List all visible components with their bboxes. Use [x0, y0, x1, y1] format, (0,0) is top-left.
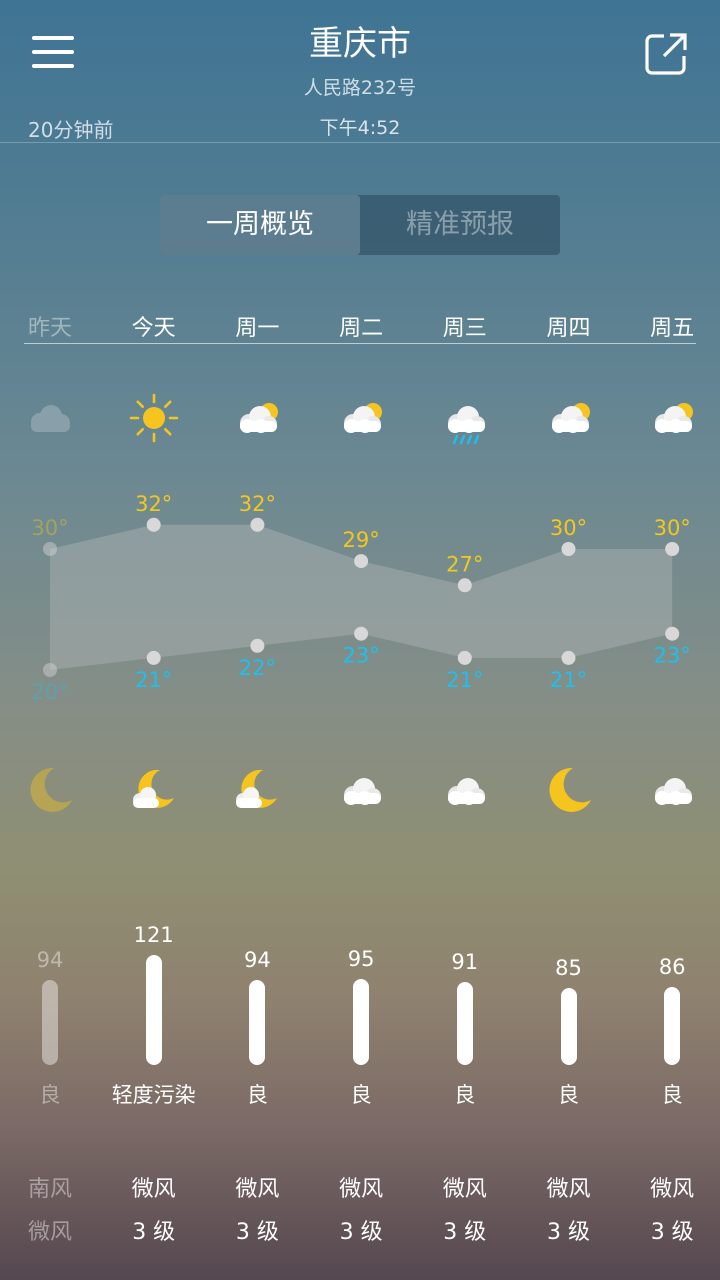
high-temp-point	[146, 517, 161, 532]
address-subtitle: 人民路232号	[303, 77, 417, 99]
high-temp-label: 32°	[239, 492, 276, 516]
day-label: 周四	[546, 316, 591, 341]
aqi-level: 良	[661, 1083, 683, 1107]
aqi-bar	[353, 978, 370, 1065]
low-temp-label: 21°	[446, 668, 483, 692]
view-tab-bar: 一周概览 精准预报	[160, 195, 560, 255]
wind-direction: 微风	[235, 1177, 280, 1202]
moon-icon	[30, 767, 72, 812]
wind-direction: 微风	[546, 1177, 591, 1202]
partly-cloudy-icon	[551, 403, 590, 433]
day-label: 昨天	[27, 316, 72, 341]
aqi-value: 121	[133, 923, 174, 947]
aqi-level: 良	[246, 1083, 268, 1107]
aqi-value: 86	[658, 954, 686, 979]
aqi-level: 轻度污染	[111, 1083, 196, 1107]
aqi-value: 94	[36, 947, 64, 972]
aqi-value: 85	[555, 955, 582, 980]
aqi-bar	[560, 987, 577, 1065]
high-temp-point	[43, 542, 57, 556]
high-temp-label: 32°	[135, 492, 172, 516]
aqi-bar	[145, 955, 162, 1065]
high-temp-label: 30°	[654, 516, 691, 540]
low-temp-label: 21°	[550, 668, 587, 692]
wind-direction: 南风	[27, 1177, 72, 1202]
high-temp-label: 29°	[342, 528, 379, 552]
high-temp-point	[354, 554, 369, 569]
high-temp-label: 30°	[550, 516, 587, 540]
high-temp-point	[250, 517, 265, 532]
moon-cloud-icon	[132, 769, 174, 808]
aqi-bar	[249, 979, 266, 1065]
wind-direction: 微风	[131, 1177, 176, 1202]
aqi-level: 良	[454, 1083, 476, 1107]
aqi-level: 良	[39, 1083, 61, 1107]
temperature-chart: 30° 20° 32° 21° 32° 22° 29° 23° 27° 21° 30° 21° 30° 2…	[31, 492, 691, 704]
low-temp-point	[354, 626, 369, 641]
partly-cloudy-icon	[655, 403, 694, 433]
aqi-bar	[456, 982, 473, 1065]
low-temp-point	[250, 638, 265, 653]
high-temp-point	[665, 542, 680, 556]
cloud-icon	[344, 778, 382, 805]
aqi-value: 91	[451, 950, 479, 975]
cloud-icon	[447, 778, 485, 805]
aqi-level: 良	[558, 1083, 579, 1107]
day-label: 周三	[442, 316, 487, 341]
cloudy-icon	[31, 405, 70, 432]
low-temp-point	[146, 650, 161, 665]
day-label: 周五	[650, 316, 695, 341]
wind-level: 微风	[27, 1220, 72, 1245]
aqi-value: 94	[244, 947, 271, 972]
low-temp-label: 22°	[239, 656, 276, 680]
wind-direction: 微风	[339, 1177, 384, 1202]
low-temp-point	[43, 663, 57, 677]
moon-cloud-icon	[236, 769, 278, 808]
wind-direction: 微风	[442, 1177, 487, 1202]
share-button[interactable]	[642, 30, 690, 78]
high-temp-label: 27°	[446, 552, 483, 576]
low-temp-label: 21°	[135, 668, 172, 692]
low-temp-label: 20°	[31, 680, 68, 704]
wind-level: 3 级	[235, 1220, 279, 1245]
day-label: 今天	[131, 316, 176, 341]
low-temp-point	[561, 650, 576, 665]
publish-time-text: 下午4:52	[319, 117, 401, 139]
aqi-bar	[42, 979, 58, 1065]
partly-cloudy-icon	[344, 403, 383, 433]
wind-level: 3 级	[443, 1220, 487, 1245]
day-label: 周二	[339, 316, 384, 341]
city-title: 重庆市	[309, 24, 411, 64]
tab-precise-forecast[interactable]: 精准预报	[360, 195, 560, 255]
low-temp-point	[457, 650, 472, 665]
wind-level: 3 级	[547, 1220, 590, 1245]
wind-level: 3 级	[650, 1220, 694, 1245]
day-header-divider	[24, 343, 696, 344]
partly-cloudy-icon	[240, 403, 279, 433]
wind-direction: 微风	[650, 1177, 695, 1202]
day-label: 周一	[235, 316, 280, 341]
low-temp-label: 23°	[342, 644, 379, 668]
tab-week-overview[interactable]: 一周概览	[160, 195, 360, 255]
rain-icon	[447, 406, 485, 445]
high-temp-point	[561, 542, 576, 556]
cloud-icon	[655, 778, 693, 805]
aqi-value: 95	[347, 946, 375, 971]
low-temp-label: 23°	[654, 644, 691, 668]
header-divider	[0, 142, 720, 143]
wind-level: 3 级	[132, 1220, 176, 1245]
high-temp-label: 30°	[31, 516, 68, 540]
aqi-bar	[664, 986, 681, 1065]
share-icon	[645, 33, 687, 75]
sun-icon	[129, 393, 178, 443]
low-temp-point	[665, 626, 680, 641]
wind-level: 3 级	[339, 1220, 383, 1245]
aqi-level: 良	[350, 1083, 372, 1107]
high-temp-point	[457, 578, 472, 593]
moon-icon	[548, 767, 591, 812]
